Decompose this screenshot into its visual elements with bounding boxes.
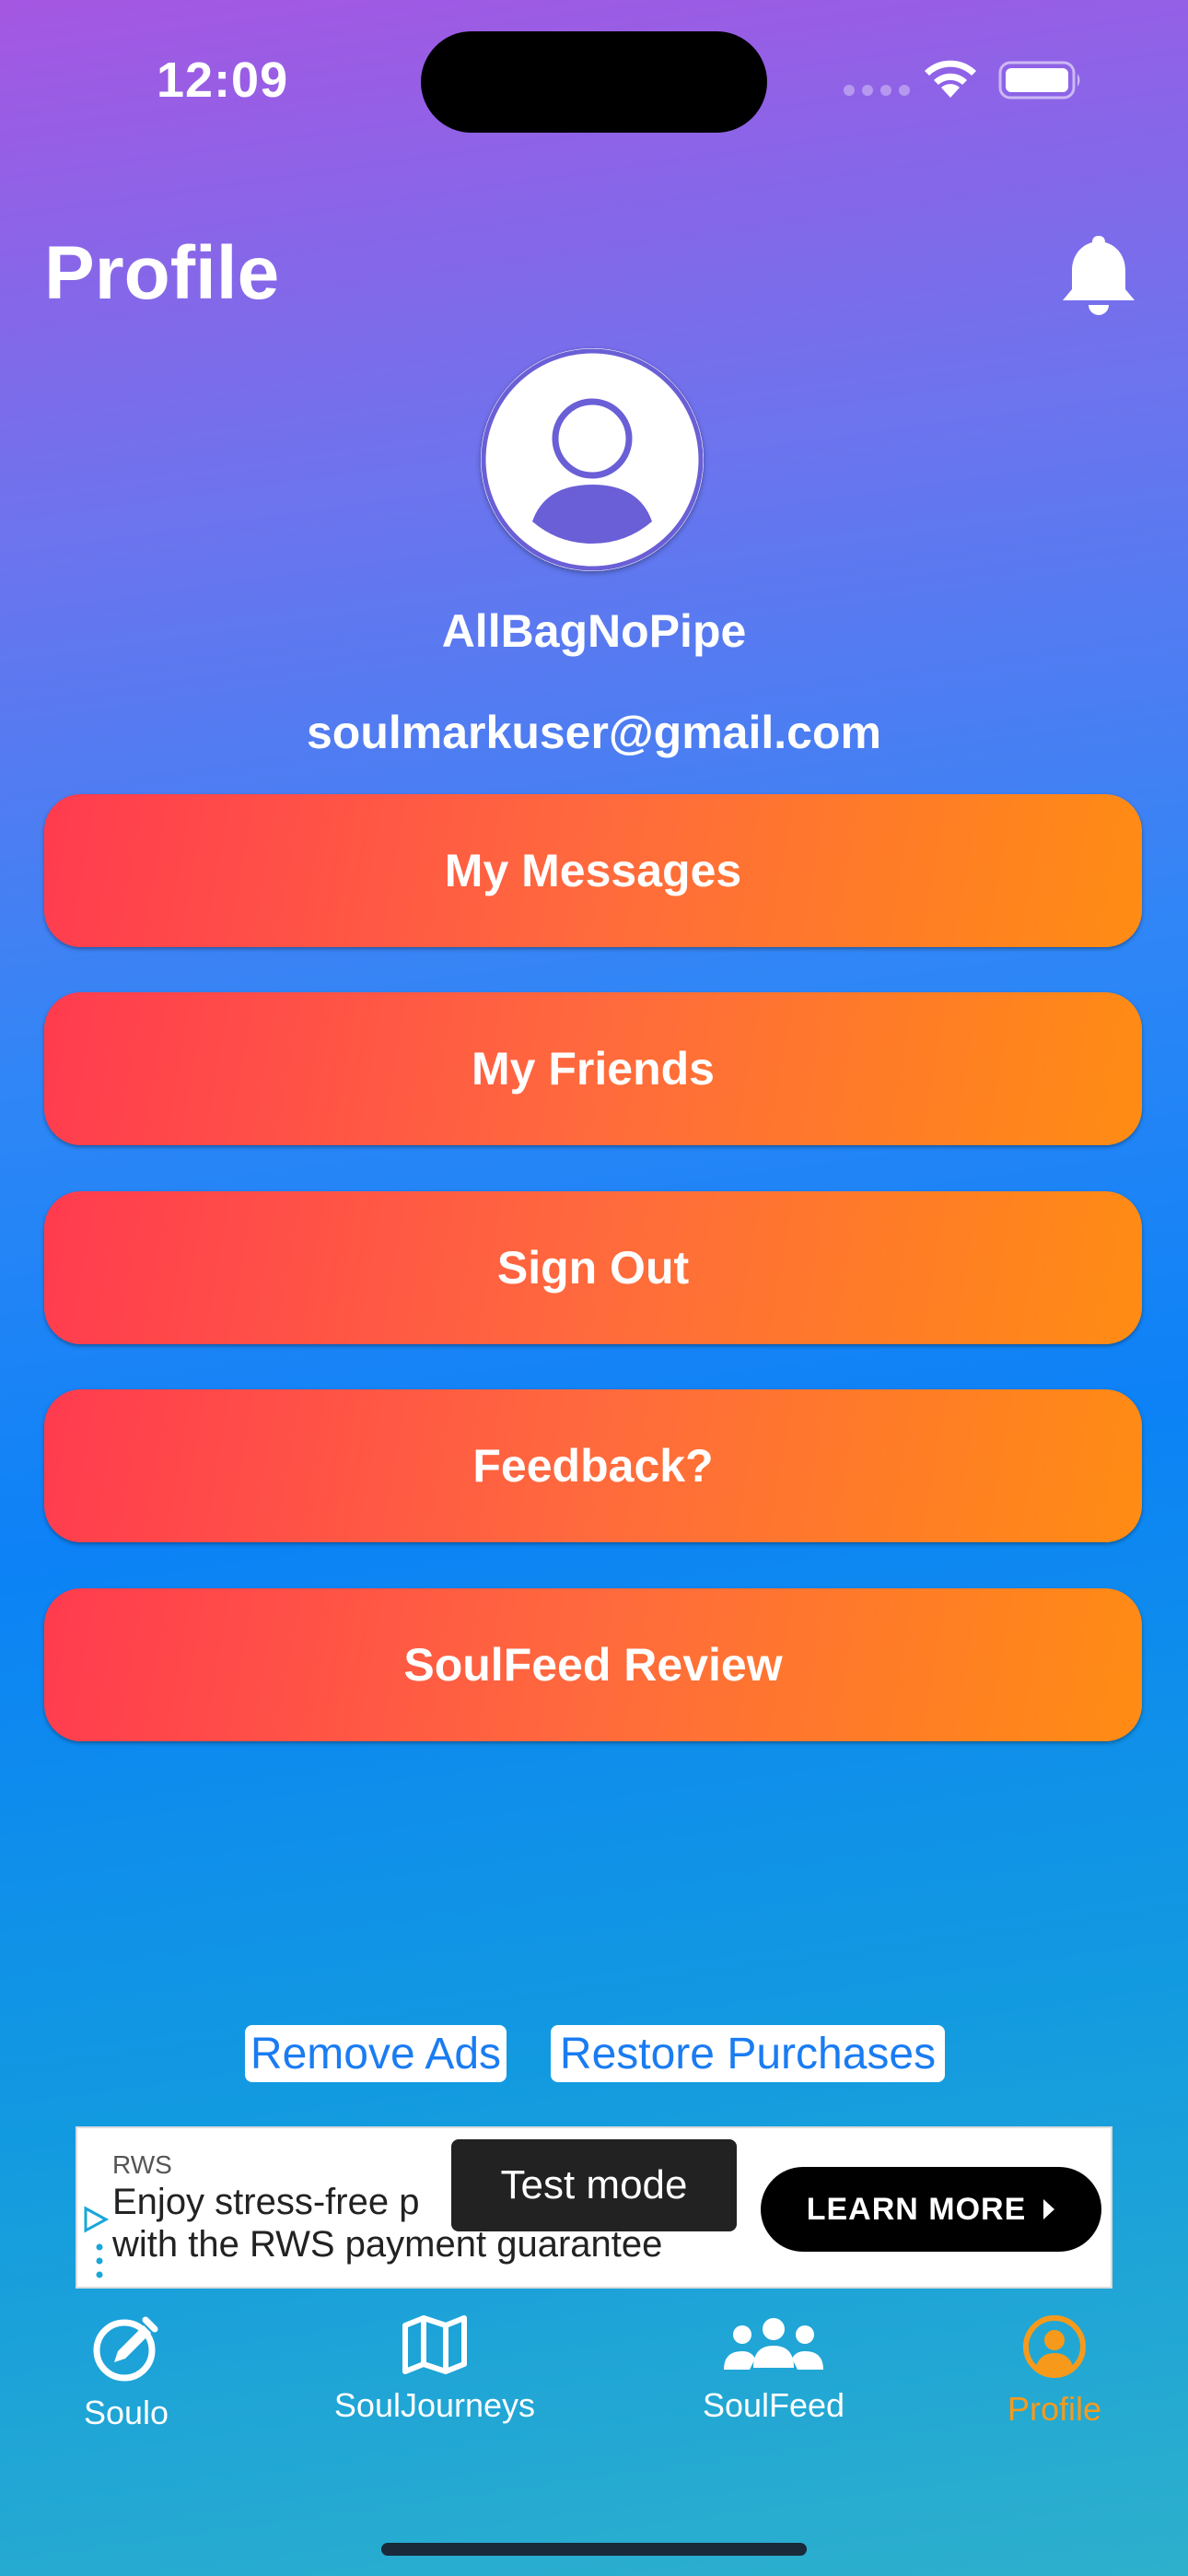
tab-soulo[interactable]: Soulo <box>63 2314 190 2453</box>
learn-more-button[interactable]: LEARN MORE <box>761 2167 1101 2252</box>
person-icon <box>481 348 704 571</box>
tab-label: Soulo <box>83 2394 169 2431</box>
battery-icon <box>998 61 1080 100</box>
tab-label: SoulJourneys <box>333 2386 536 2424</box>
tab-souljourneys[interactable]: SoulJourneys <box>313 2314 556 2453</box>
my-friends-button[interactable]: My Friends <box>44 992 1142 1145</box>
people-icon <box>724 2318 823 2370</box>
status-time: 12:09 <box>157 53 289 108</box>
avatar[interactable] <box>481 348 704 571</box>
compass-pencil-icon <box>93 2316 158 2382</box>
remove-ads-link[interactable]: Remove Ads <box>245 2025 507 2082</box>
cellular-signal-icon <box>844 85 910 96</box>
page-title: Profile <box>44 231 280 315</box>
sign-out-button[interactable]: Sign Out <box>44 1191 1142 1344</box>
bell-icon[interactable] <box>1057 232 1140 317</box>
home-indicator[interactable] <box>381 2543 807 2556</box>
restore-purchases-link[interactable]: Restore Purchases <box>551 2025 945 2082</box>
dynamic-island <box>421 31 767 133</box>
user-email: soulmarkuser@gmail.com <box>307 707 881 758</box>
learn-more-label: LEARN MORE <box>806 2191 1027 2227</box>
ad-choices-icon[interactable] <box>81 2206 109 2233</box>
caret-right-icon <box>1043 2199 1055 2219</box>
tab-label: Profile <box>1007 2390 1102 2428</box>
feedback-button[interactable]: Feedback? <box>44 1389 1142 1542</box>
ad-menu-icon[interactable] <box>96 2242 103 2279</box>
username: AllBagNoPipe <box>441 605 747 657</box>
tab-label: SoulFeed <box>702 2386 845 2424</box>
my-messages-button[interactable]: My Messages <box>44 794 1142 947</box>
wifi-icon <box>925 60 976 98</box>
ad-advertiser: RWS <box>112 2150 172 2179</box>
ad-headline-line-1: Enjoy stress-free p <box>112 2182 420 2222</box>
test-mode-badge: Test mode <box>451 2139 737 2231</box>
tab-profile[interactable]: Profile <box>985 2314 1124 2453</box>
map-icon <box>402 2315 467 2374</box>
soulfeed-review-button[interactable]: SoulFeed Review <box>44 1588 1142 1741</box>
person-circle-icon <box>1023 2315 1086 2378</box>
tab-soulfeed[interactable]: SoulFeed <box>672 2314 875 2453</box>
